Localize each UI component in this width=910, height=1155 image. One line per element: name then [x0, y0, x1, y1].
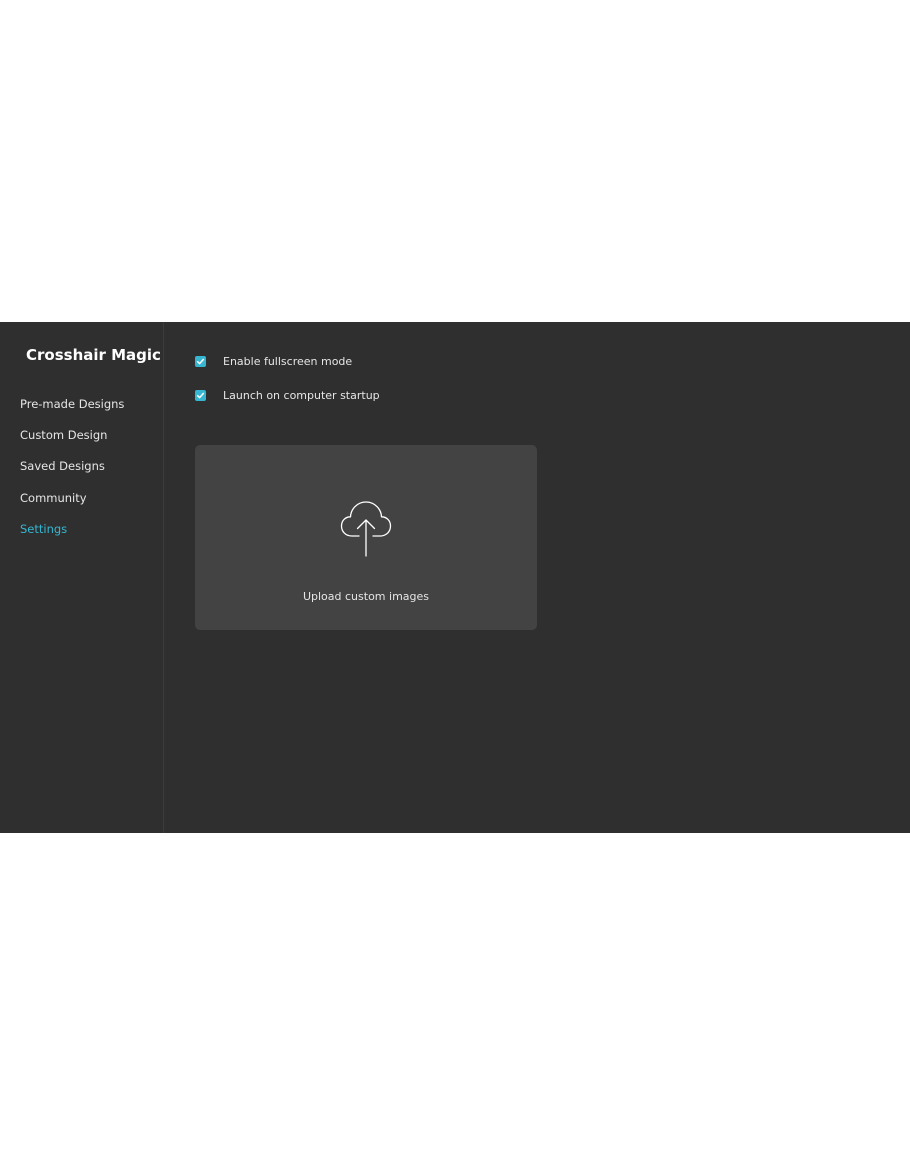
sidebar-item-community[interactable]: Community — [20, 491, 124, 522]
upload-custom-images-button[interactable]: Upload custom images — [195, 445, 537, 630]
startup-checkbox[interactable] — [195, 390, 206, 401]
sidebar: Crosshair Magic Pre-made Designs Custom … — [0, 322, 164, 833]
sidebar-item-premade-designs[interactable]: Pre-made Designs — [20, 397, 124, 428]
app-title: Crosshair Magic — [26, 346, 161, 364]
sidebar-item-saved-designs[interactable]: Saved Designs — [20, 459, 124, 490]
checkmark-icon — [196, 358, 205, 365]
fullscreen-checkbox[interactable] — [195, 356, 206, 367]
checkmark-icon — [196, 392, 205, 399]
app-window: Crosshair Magic Pre-made Designs Custom … — [0, 322, 910, 833]
cloud-upload-icon — [340, 501, 392, 557]
startup-option[interactable]: Launch on computer startup — [195, 389, 380, 402]
sidebar-item-custom-design[interactable]: Custom Design — [20, 428, 124, 459]
fullscreen-option[interactable]: Enable fullscreen mode — [195, 355, 352, 368]
startup-label: Launch on computer startup — [223, 389, 380, 402]
fullscreen-label: Enable fullscreen mode — [223, 355, 353, 368]
upload-label: Upload custom images — [302, 590, 430, 603]
settings-panel: Enable fullscreen mode Launch on compute… — [164, 322, 910, 833]
sidebar-nav: Pre-made Designs Custom Design Saved Des… — [20, 397, 124, 553]
sidebar-item-settings[interactable]: Settings — [20, 522, 124, 553]
